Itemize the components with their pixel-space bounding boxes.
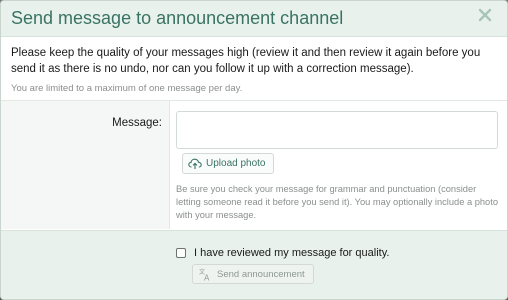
review-checkbox[interactable]: I have reviewed my message for quality. xyxy=(176,247,389,259)
send-announcement-label: Send announcement xyxy=(217,268,305,280)
upload-photo-label: Upload photo xyxy=(206,158,266,169)
dialog-title: Send message to announcement channel xyxy=(11,8,344,28)
upload-photo-button[interactable]: Upload photo xyxy=(182,153,274,174)
dialog-header: Send message to announcement channel xyxy=(1,1,507,37)
intro-section: Please keep the quality of your messages… xyxy=(1,37,507,101)
svg-text:A: A xyxy=(204,273,210,281)
dialog-footer: I have reviewed my message for quality. … xyxy=(1,230,507,299)
message-input[interactable] xyxy=(176,111,498,149)
close-button[interactable] xyxy=(478,8,494,26)
daily-limit-note: You are limited to a maximum of one mess… xyxy=(11,83,243,94)
review-checkbox-label[interactable]: I have reviewed my message for quality. xyxy=(194,247,389,259)
translate-icon: 文 A xyxy=(199,268,210,281)
review-checkbox-box[interactable] xyxy=(176,248,186,258)
close-icon xyxy=(478,8,492,22)
help-text: Be sure you check your message for gramm… xyxy=(176,184,498,220)
announcement-dialog: Send message to announcement channel Ple… xyxy=(0,0,508,300)
send-announcement-button[interactable]: 文 A Send announcement xyxy=(192,264,314,284)
intro-text: Please keep the quality of your messages… xyxy=(11,47,481,75)
message-label: Message: xyxy=(112,117,162,129)
upload-icon xyxy=(188,158,202,169)
form-label-column: Message: xyxy=(1,101,170,229)
message-form-row: Message: Upload photo Be sure you check … xyxy=(1,101,507,229)
